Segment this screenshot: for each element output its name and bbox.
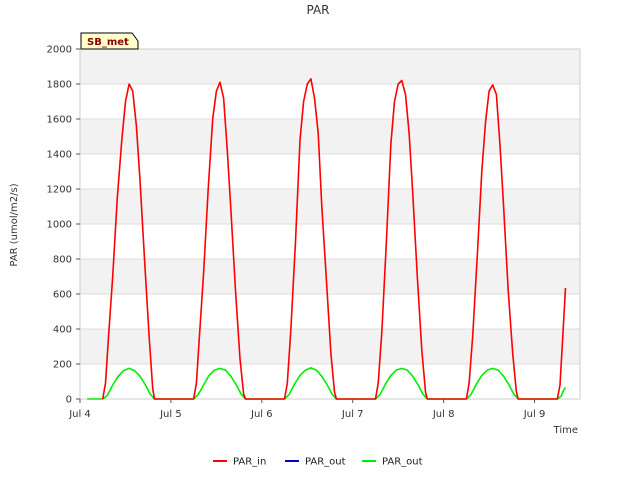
x-tick-label: Jul 7 <box>341 409 364 420</box>
x-tick-label: Jul 9 <box>523 409 546 420</box>
par-chart: 0 200 400 600 800 1000 1200 1400 1600 1800 2000 Ju… <box>9 3 581 468</box>
legend-label: PAR_out <box>305 457 346 468</box>
legend-label: PAR_in <box>233 457 266 468</box>
y-tick-label: 0 <box>66 395 72 406</box>
y-tick-label: 1200 <box>47 185 72 196</box>
site-label-text: SB_met <box>87 37 129 48</box>
y-axis-title: PAR (umol/m2/s) <box>9 183 20 266</box>
y-tick-label: 1600 <box>47 115 72 126</box>
chart-title: PAR <box>306 3 329 17</box>
x-tick-label: Jul 8 <box>432 409 455 420</box>
x-axis-ticks: Jul 4 Jul 5 Jul 6 Jul 7 Jul 8 Jul 9 <box>68 399 545 420</box>
x-axis-title: Time <box>553 425 578 436</box>
x-tick-label: Jul 4 <box>68 409 91 420</box>
x-tick-label: Jul 5 <box>159 409 182 420</box>
y-tick-label: 1400 <box>47 150 72 161</box>
y-tick-label: 1000 <box>47 220 72 231</box>
background-band <box>80 84 580 119</box>
y-tick-label: 800 <box>53 255 72 266</box>
legend: PAR_in PAR_out PAR_out <box>213 457 423 468</box>
background-band <box>80 119 580 154</box>
background-band <box>80 154 580 189</box>
background-band <box>80 364 580 399</box>
y-tick-label: 2000 <box>47 45 72 56</box>
y-tick-label: 200 <box>53 360 72 371</box>
x-tick-label: Jul 6 <box>250 409 273 420</box>
site-label-tag: SB_met <box>80 32 139 50</box>
y-axis-ticks: 0 200 400 600 800 1000 1200 1400 1600 1800 2000 <box>47 45 80 406</box>
y-tick-label: 400 <box>53 325 72 336</box>
y-tick-label: 1800 <box>47 80 72 91</box>
background-band <box>80 294 580 329</box>
background-band <box>80 259 580 294</box>
y-tick-label: 600 <box>53 290 72 301</box>
legend-label: PAR_out <box>382 457 423 468</box>
background-band <box>80 49 580 84</box>
